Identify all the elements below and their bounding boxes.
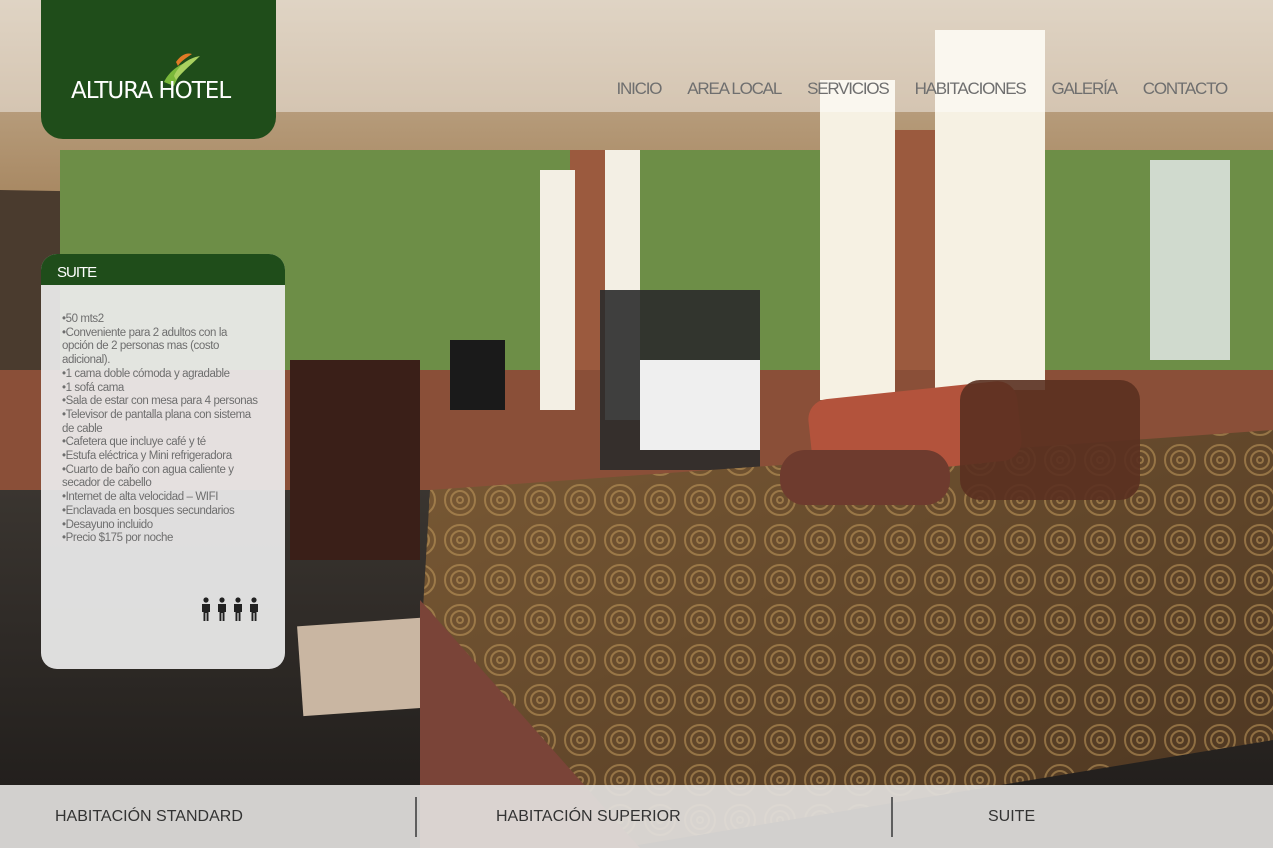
room-features-list: •50 mts2 •Conveniente para 2 adultos con… <box>62 313 258 546</box>
tab-divider <box>415 797 417 837</box>
feature-item: •Conveniente para 2 adultos con la opció… <box>62 326 227 367</box>
feature-item: •Televisor de pantalla plana con sistema… <box>62 408 251 435</box>
logo-text: ALTURA HOTEL <box>71 78 231 104</box>
room-info-panel: SUITE •50 mts2 •Conveniente para 2 adult… <box>41 254 285 669</box>
tab-divider <box>891 797 893 837</box>
feature-item: •Enclavada en bosques secundarios <box>62 504 235 517</box>
feature-item: •Cafetera que incluye café y té <box>62 436 206 449</box>
nav-contacto[interactable]: CONTACTO <box>1143 79 1228 99</box>
feature-item: •50 mts2 <box>62 313 104 325</box>
feature-item: •Desayuno incluido <box>62 518 153 531</box>
person-icon <box>250 597 258 621</box>
feature-item: •Sala de estar con mesa para 4 personas <box>62 395 258 408</box>
feature-item: •1 cama doble cómoda y agradable <box>62 367 230 380</box>
occupancy-icons <box>200 597 260 621</box>
person-icon <box>218 597 226 621</box>
feature-item: •Internet de alta velocidad – WIFI <box>62 491 218 504</box>
main-nav: INICIO AREA LOCAL SERVICIOS HABITACIONES… <box>591 79 1229 99</box>
feature-item: •Estufa eléctrica y Mini refrigeradora <box>62 450 232 463</box>
nav-servicios[interactable]: SERVICIOS <box>807 79 890 99</box>
tab-habitacion-standard[interactable]: HABITACIÓN STANDARD <box>55 808 243 826</box>
nav-habitaciones[interactable]: HABITACIONES <box>915 79 1027 99</box>
person-icon <box>234 597 242 621</box>
room-tabs-bar: HABITACIÓN STANDARD HABITACIÓN SUPERIOR … <box>0 785 1273 848</box>
nav-inicio[interactable]: INICIO <box>617 79 663 99</box>
logo[interactable]: ALTURA HOTEL <box>41 0 276 139</box>
tab-suite[interactable]: SUITE <box>988 808 1035 826</box>
nav-area-local[interactable]: AREA LOCAL <box>687 79 782 99</box>
feature-item: •Precio $175 por noche <box>62 532 173 545</box>
feature-item: •1 sofá cama <box>62 381 124 394</box>
room-title: SUITE <box>41 254 285 285</box>
tab-habitacion-superior[interactable]: HABITACIÓN SUPERIOR <box>496 808 681 826</box>
feature-item: •Cuarto de baño con agua caliente y seca… <box>62 463 234 490</box>
person-icon <box>202 597 210 621</box>
nav-galeria[interactable]: GALERÍA <box>1051 79 1118 99</box>
